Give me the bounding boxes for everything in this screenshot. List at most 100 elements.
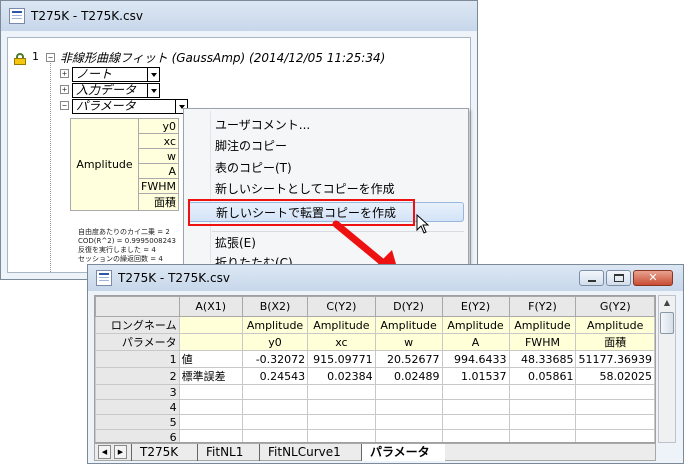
collapse-icon[interactable]: − (60, 101, 69, 110)
row-header[interactable]: 1 (95, 350, 180, 368)
tab-next-icon[interactable]: ▶ (114, 445, 127, 459)
minimize-button[interactable] (579, 270, 604, 286)
table-cell[interactable] (241, 429, 309, 442)
table-cell[interactable]: 0.24543 (241, 367, 309, 385)
table-cell[interactable]: 58.02025 (575, 367, 655, 385)
row-header[interactable]: 2 (95, 367, 180, 385)
table-cell[interactable]: Amplitude (508, 316, 577, 334)
table-cell[interactable]: FWHM (508, 333, 577, 351)
table-cell[interactable] (508, 429, 577, 442)
row-header[interactable]: 4 (95, 399, 180, 415)
table-cell[interactable] (508, 399, 577, 415)
table-cell[interactable]: 値 (178, 350, 243, 368)
table-cell[interactable]: 標準誤差 (178, 367, 243, 385)
table-cell[interactable]: 0.05861 (508, 367, 577, 385)
table-cell[interactable] (307, 384, 376, 400)
table-cell[interactable] (441, 384, 510, 400)
maximize-button[interactable] (606, 270, 631, 286)
expand-icon[interactable]: + (60, 69, 69, 78)
tree-node-notes[interactable]: ノート (72, 67, 160, 82)
table-cell[interactable]: 48.33685 (508, 350, 577, 368)
label-row-header[interactable]: パラメータ (95, 333, 180, 351)
dropdown-arrow-icon[interactable] (147, 68, 159, 81)
menu-item-expand[interactable]: 拡張(E) (215, 233, 256, 253)
column-header[interactable]: G(Y2) (575, 296, 655, 317)
table-cell[interactable]: 0.02489 (374, 367, 443, 385)
dropdown-arrow-icon[interactable] (147, 84, 159, 97)
row-header[interactable]: 5 (95, 414, 180, 430)
tab-fitnl1[interactable]: FitNL1 (197, 444, 259, 461)
table-cell[interactable]: 20.52677 (374, 350, 443, 368)
table-cell[interactable] (508, 384, 577, 400)
table-cell[interactable]: w (374, 333, 443, 351)
row-header[interactable]: 6 (95, 429, 180, 442)
table-cell[interactable] (441, 429, 510, 442)
corner-cell[interactable] (95, 296, 180, 317)
table-cell[interactable] (178, 384, 243, 400)
label-row-header[interactable]: ロングネーム (95, 316, 180, 334)
lock-icon[interactable] (14, 53, 26, 65)
table-cell[interactable] (575, 384, 655, 400)
table-cell[interactable] (307, 414, 376, 430)
table-cell[interactable] (575, 429, 655, 442)
report-window-titlebar[interactable]: T275K - T275K.csv (1, 1, 477, 31)
table-cell[interactable]: Amplitude (441, 316, 510, 334)
table-cell[interactable] (575, 399, 655, 415)
table-cell[interactable] (178, 399, 243, 415)
table-cell[interactable] (178, 429, 243, 442)
tree-node-input-data[interactable]: 入力データ (72, 83, 160, 98)
column-header[interactable]: B(X2) (241, 296, 309, 317)
table-cell[interactable]: 51177.36939 (575, 350, 655, 368)
table-cell[interactable]: 0.02384 (307, 367, 376, 385)
table-cell[interactable]: Amplitude (307, 316, 376, 334)
close-button[interactable]: ✕ (633, 270, 673, 286)
table-cell[interactable]: A (441, 333, 510, 351)
table-cell[interactable]: 915.09771 (307, 350, 376, 368)
column-header[interactable]: F(Y2) (508, 296, 577, 317)
row-header[interactable]: 3 (95, 384, 180, 400)
worksheet-grid[interactable]: A(X1) B(X2) C(Y2) D(Y2) E(Y2) F(Y2) G(Y2… (94, 295, 656, 443)
table-cell[interactable]: Amplitude (374, 316, 443, 334)
table-cell[interactable] (178, 414, 243, 430)
table-cell[interactable]: 面積 (575, 333, 655, 351)
column-header[interactable]: C(Y2) (307, 296, 376, 317)
scroll-up-icon[interactable]: ▲ (659, 296, 675, 310)
column-header[interactable]: A(X1) (178, 296, 243, 317)
table-cell[interactable] (178, 333, 243, 351)
collapse-icon[interactable]: − (46, 53, 55, 62)
table-cell[interactable] (374, 414, 443, 430)
tab-prev-icon[interactable]: ◀ (98, 445, 111, 459)
tree-node-parameters[interactable]: パラメータ (72, 99, 188, 114)
table-cell[interactable]: y0 (241, 333, 309, 351)
column-header[interactable]: D(Y2) (374, 296, 443, 317)
tab-t275k[interactable]: T275K (131, 444, 197, 461)
menu-item-copy-as-new-sheet[interactable]: 新しいシートとしてコピーを作成 (215, 179, 395, 199)
scrollbar-thumb[interactable] (660, 312, 674, 334)
tab-parameters[interactable]: パラメータ (361, 444, 445, 461)
table-cell[interactable]: xc (307, 333, 376, 351)
table-cell[interactable] (241, 399, 309, 415)
table-cell[interactable]: Amplitude (575, 316, 655, 334)
table-cell[interactable] (441, 399, 510, 415)
table-cell[interactable] (575, 414, 655, 430)
table-cell[interactable]: Amplitude (241, 316, 309, 334)
table-cell[interactable] (307, 399, 376, 415)
table-cell[interactable] (178, 316, 243, 334)
menu-item-user-comment[interactable]: ユーザコメント... (215, 115, 310, 135)
table-cell[interactable] (307, 429, 376, 442)
table-cell[interactable] (441, 414, 510, 430)
table-cell[interactable] (508, 414, 577, 430)
table-cell[interactable] (374, 399, 443, 415)
tab-fitnlcurve1[interactable]: FitNLCurve1 (259, 444, 361, 461)
table-cell[interactable]: 994.6433 (441, 350, 510, 368)
table-cell[interactable] (241, 384, 309, 400)
column-header[interactable]: E(Y2) (441, 296, 510, 317)
table-cell[interactable]: -0.32072 (241, 350, 309, 368)
expand-icon[interactable]: + (60, 85, 69, 94)
worksheet-window-titlebar[interactable]: T275K - T275K.csv ✕ (88, 265, 683, 291)
vertical-scrollbar[interactable]: ▲ (658, 295, 676, 443)
table-cell[interactable] (241, 414, 309, 430)
menu-item-copy-table[interactable]: 表のコピー(T) (215, 158, 292, 178)
table-cell[interactable] (374, 384, 443, 400)
menu-item-copy-footnote[interactable]: 脚注のコピー (215, 136, 287, 156)
